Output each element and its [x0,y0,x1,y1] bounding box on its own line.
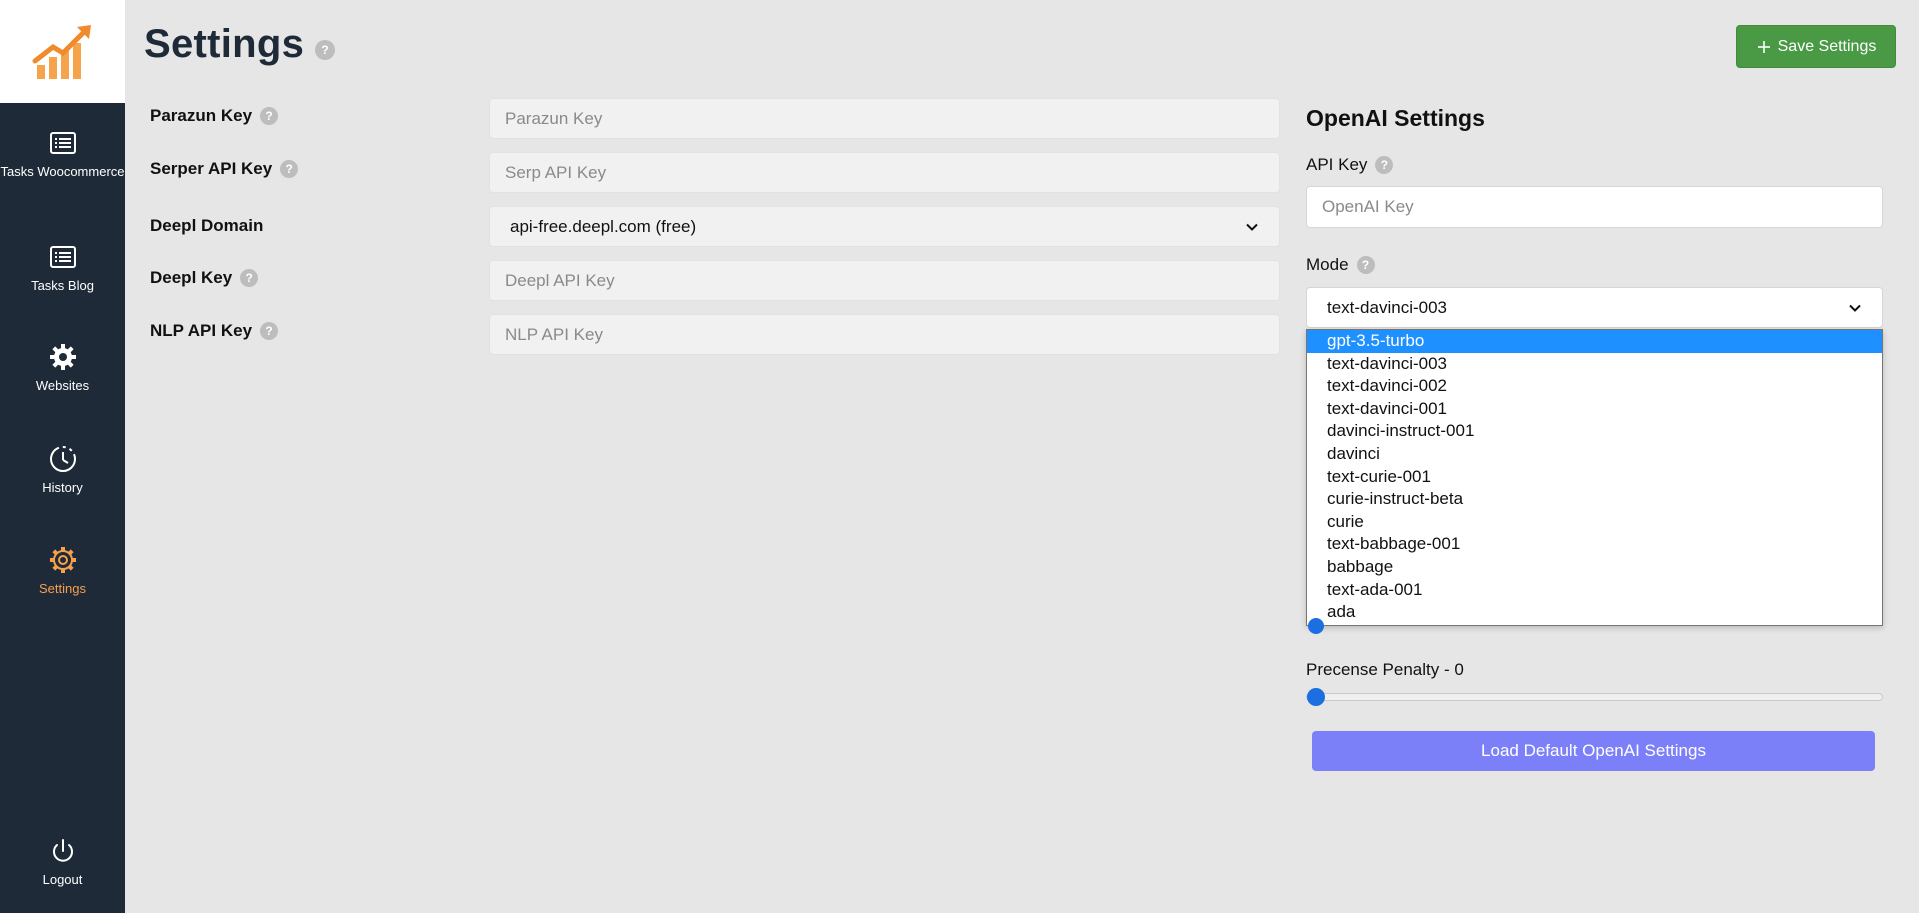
mode-option[interactable]: davinci-instruct-001 [1307,420,1882,443]
sidebar-item-label: Websites [35,378,90,393]
field-label-text: Serper API Key [150,159,273,178]
openai-key-input[interactable] [1306,186,1883,228]
slider-thumb-partial[interactable] [1308,618,1324,634]
mode-option[interactable]: babbage [1307,556,1882,579]
load-default-openai-settings-button[interactable]: Load Default OpenAI Settings [1312,731,1875,771]
mode-option[interactable]: text-davinci-002 [1307,375,1882,398]
deepl-domain-value: api-free.deepl.com (free) [510,216,697,236]
mode-option[interactable]: gpt-3.5-turbo [1307,330,1882,353]
sidebar-item-label: Tasks Blog [31,278,94,293]
sidebar-item-tasks-woocommerce[interactable]: Tasks Woocommerce [0,128,125,179]
api-key-label: API Key ? [1306,155,1394,175]
sidebar-item-websites[interactable]: Websites [0,342,125,393]
mode-option[interactable]: curie-instruct-beta [1307,488,1882,511]
mode-option[interactable]: text-davinci-001 [1307,398,1882,421]
mode-label: Mode ? [1306,255,1375,275]
logout-button[interactable]: Logout [0,836,125,887]
mode-dropdown-list: gpt-3.5-turbo text-davinci-003 text-davi… [1306,329,1883,626]
presence-penalty-slider-thumb[interactable] [1307,688,1325,706]
deepl-domain-select[interactable]: api-free.deepl.com (free) [489,206,1280,247]
field-label-text: NLP API Key [150,321,253,340]
presence-penalty-label: Precense Penalty - 0 [1306,660,1464,679]
presence-penalty-slider[interactable] [1306,693,1883,701]
chevron-down-icon [1246,223,1258,231]
field-label-text: Deepl Domain [150,216,264,235]
field-label-text: Deepl Key [150,268,233,287]
chart-growth-logo-icon [32,24,91,79]
sidebar-item-label: Tasks Woocommerce [0,164,125,179]
mode-option[interactable]: curie [1307,511,1882,534]
plus-icon [1757,40,1770,53]
load-default-label: Load Default OpenAI Settings [1481,741,1706,760]
help-icon[interactable]: ? [315,40,335,60]
chevron-down-icon [1849,304,1861,312]
mode-option[interactable]: text-ada-001 [1307,579,1882,602]
sidebar-item-label: Settings [39,581,86,596]
parazun-key-label: Parazun Key ? [150,106,279,126]
page-title: Settings [144,22,305,66]
sidebar-item-settings[interactable]: Settings [0,545,125,596]
power-icon [52,839,73,862]
help-icon[interactable]: ? [260,322,279,340]
mode-value: text-davinci-003 [1327,297,1448,317]
parazun-key-input[interactable] [489,98,1280,139]
mode-option[interactable]: davinci [1307,443,1882,466]
mode-option[interactable]: text-curie-001 [1307,466,1882,489]
help-icon[interactable]: ? [1375,156,1394,174]
list-icon [49,246,76,268]
mode-option[interactable]: text-davinci-003 [1307,353,1882,376]
sidebar: Tasks Woocommerce Tasks Blog Websites Hi… [0,0,125,913]
openai-settings-title: OpenAI Settings [1306,105,1485,131]
help-icon[interactable]: ? [1356,256,1375,274]
help-icon[interactable]: ? [260,107,279,125]
nlp-api-key-input[interactable] [489,314,1280,355]
sidebar-item-label: History [42,480,83,495]
field-label-text: Mode [1306,255,1349,274]
save-settings-button[interactable]: Save Settings [1736,25,1896,68]
help-icon[interactable]: ? [280,160,299,178]
deepl-key-label: Deepl Key ? [150,268,259,288]
app-logo[interactable] [0,0,125,103]
serper-api-key-input[interactable] [489,152,1280,193]
field-label-text: API Key [1306,155,1368,174]
mode-option[interactable]: ada [1307,601,1882,624]
deepl-key-input[interactable] [489,260,1280,301]
settings-cog-icon [49,547,76,573]
save-settings-label: Save Settings [1777,37,1877,55]
sidebar-item-tasks-blog[interactable]: Tasks Blog [0,242,125,293]
nlp-api-key-label: NLP API Key ? [150,321,279,341]
sidebar-item-history[interactable]: History [0,444,125,495]
list-icon [49,132,76,154]
field-label-text: Parazun Key [150,106,253,125]
gear-icon [49,344,76,370]
clock-history-icon [49,446,76,472]
logout-label: Logout [42,872,83,887]
help-icon[interactable]: ? [240,269,259,287]
mode-select[interactable]: text-davinci-003 [1306,287,1883,328]
deepl-domain-label: Deepl Domain [150,216,263,236]
serper-api-key-label: Serper API Key ? [150,159,299,179]
mode-option[interactable]: text-babbage-001 [1307,533,1882,556]
